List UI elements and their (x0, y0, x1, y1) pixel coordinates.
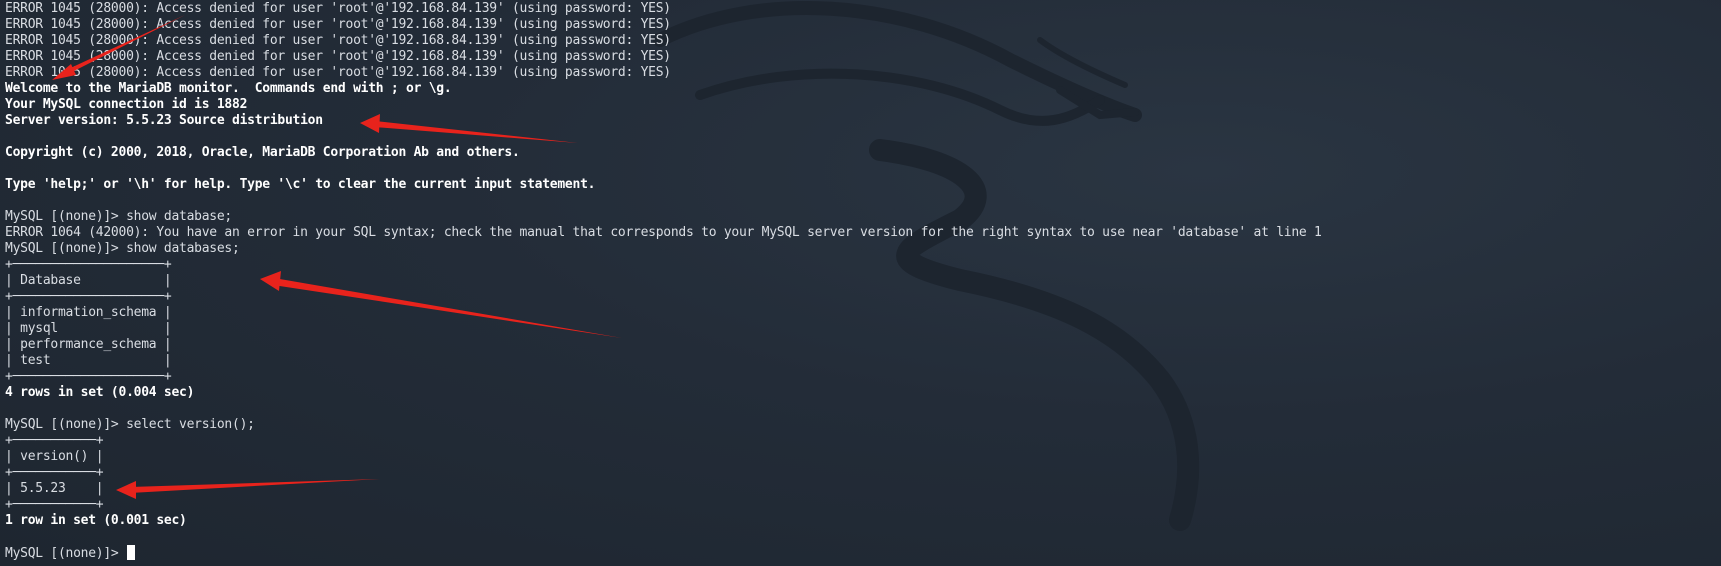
terminal-line: ERROR 1064 (42000): You have an error in… (5, 225, 1322, 240)
terminal-line: | Database | (5, 273, 172, 288)
terminal-line: | mysql | (5, 321, 172, 336)
terminal-line: | version() | (5, 449, 104, 464)
terminal-line: 1 row in set (0.001 sec) (5, 513, 187, 528)
terminal-line: MySQL [(none)]> show database; (5, 209, 232, 224)
prompt-line[interactable]: MySQL [(none)]> (5, 545, 1322, 561)
terminal-line: Server version: 5.5.23 Source distributi… (5, 113, 323, 128)
terminal-line: ERROR 1045 (28000): Access denied for us… (5, 17, 671, 32)
terminal-line: Your MySQL connection id is 1882 (5, 97, 248, 112)
terminal-line: Welcome to the MariaDB monitor. Commands… (5, 81, 452, 96)
terminal-line: +────────────────────+ (5, 289, 172, 304)
terminal-window[interactable]: ERROR 1045 (28000): Access denied for us… (0, 0, 1721, 566)
terminal-line: ERROR 1045 (28000): Access denied for us… (5, 65, 671, 80)
terminal-line: | 5.5.23 | (5, 481, 104, 496)
terminal-line: MySQL [(none)]> show databases; (5, 241, 240, 256)
terminal-line: +───────────+ (5, 465, 104, 480)
text-cursor[interactable] (127, 545, 136, 560)
terminal-output: ERROR 1045 (28000): Access denied for us… (5, 1, 1322, 561)
terminal-line: | performance_schema | (5, 337, 172, 352)
terminal-line: ERROR 1045 (28000): Access denied for us… (5, 1, 671, 16)
terminal-line: Type 'help;' or '\h' for help. Type '\c'… (5, 177, 596, 192)
terminal-line: +────────────────────+ (5, 369, 172, 384)
terminal-line: +───────────+ (5, 497, 104, 512)
terminal-line: | information_schema | (5, 305, 172, 320)
terminal-line: +───────────+ (5, 433, 104, 448)
terminal-line: ERROR 1045 (28000): Access denied for us… (5, 49, 671, 64)
terminal-line: MySQL [(none)]> select version(); (5, 417, 255, 432)
terminal-line: ERROR 1045 (28000): Access denied for us… (5, 33, 671, 48)
terminal-line: Copyright (c) 2000, 2018, Oracle, MariaD… (5, 145, 520, 160)
terminal-line: | test | (5, 353, 172, 368)
mysql-prompt: MySQL [(none)]> (5, 546, 127, 561)
terminal-line: +────────────────────+ (5, 257, 172, 272)
terminal-line: 4 rows in set (0.004 sec) (5, 385, 195, 400)
